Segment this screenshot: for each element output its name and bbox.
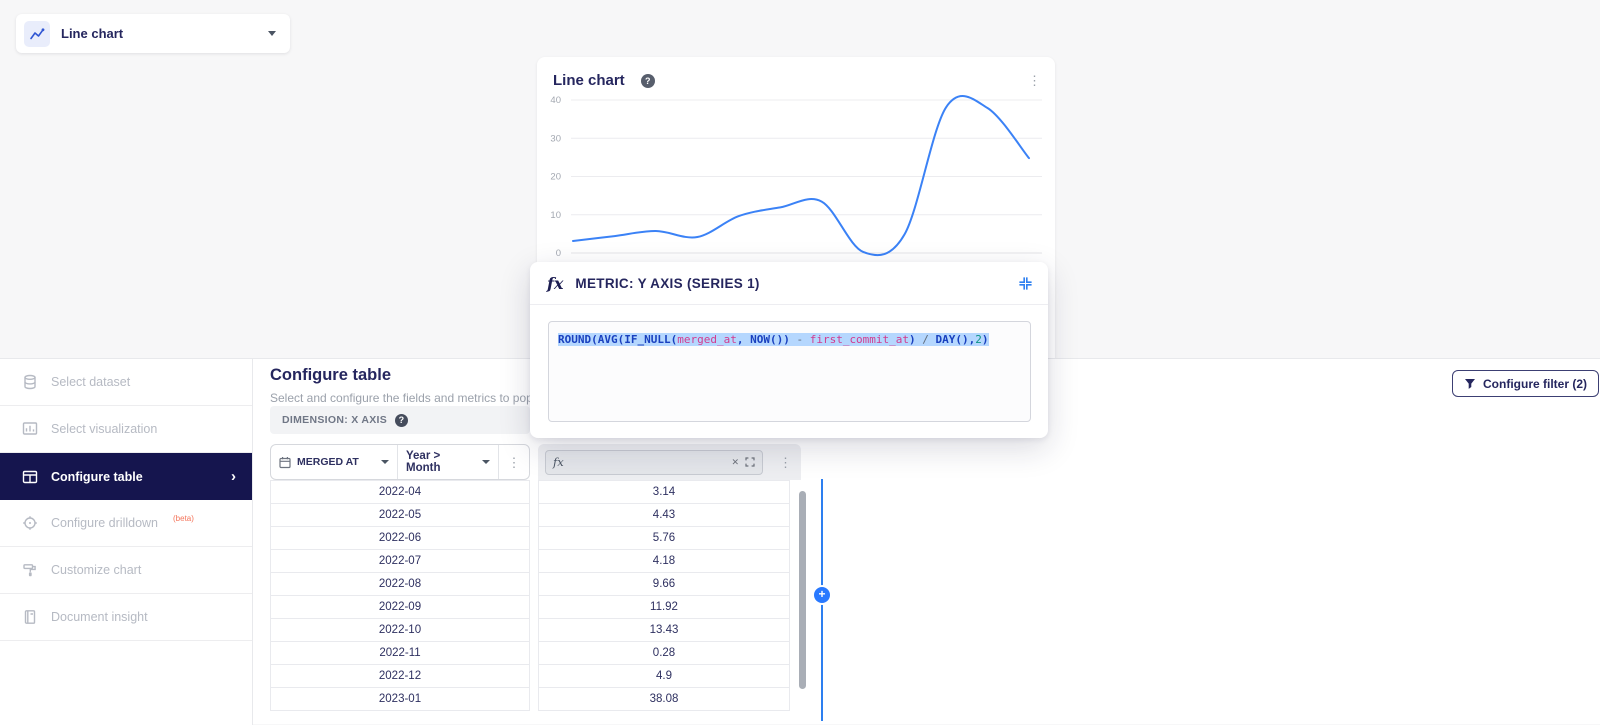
metric-cell: 13.43 xyxy=(538,619,790,642)
chevron-down-icon xyxy=(268,31,276,36)
dimension-section-header: DIMENSION: X AXIS ? xyxy=(270,406,530,434)
dimension-cell: 2022-10 xyxy=(270,619,530,642)
dimension-field-label: MERGED AT xyxy=(297,456,359,468)
table-icon xyxy=(22,469,38,485)
dimension-cell: 2023-01 xyxy=(270,688,530,711)
sidebar-item-label: Document insight xyxy=(51,610,148,624)
dimension-cell: 2022-06 xyxy=(270,527,530,550)
sidebar: Select dataset Select visualization Conf… xyxy=(0,359,253,725)
expand-icon[interactable] xyxy=(745,457,755,467)
funnel-icon xyxy=(1465,378,1475,389)
chart-type-selector[interactable]: Line chart xyxy=(16,14,290,53)
sidebar-item-label: Configure table xyxy=(51,469,143,484)
dimension-table: 2022-04 2022-05 2022-06 2022-07 2022-08 2022-… xyxy=(270,480,530,711)
formula-editor[interactable]: ROUND(AVG(IF_NULL(merged_at, NOW()) - fi… xyxy=(548,321,1031,422)
metric-cell: 4.18 xyxy=(538,550,790,573)
chart-title: Line chart xyxy=(553,72,625,89)
calendar-icon xyxy=(279,456,291,468)
dimension-granularity-select[interactable]: Year > Month xyxy=(398,445,499,479)
chevron-down-icon xyxy=(482,460,490,464)
metric-cell: 5.76 xyxy=(538,527,790,550)
metric-cell: 38.08 xyxy=(538,688,790,711)
dimension-label: DIMENSION: X AXIS xyxy=(282,414,388,426)
dimension-column-header: MERGED AT Year > Month ⋮ xyxy=(270,444,530,480)
help-icon[interactable]: ? xyxy=(640,73,655,88)
granularity-label: Year > Month xyxy=(406,450,441,474)
metric-column-header: fx ✕ ⋮ xyxy=(538,444,801,480)
sidebar-item-customize-chart[interactable]: Customize chart xyxy=(0,547,252,594)
chevron-right-icon: › xyxy=(231,468,236,485)
sidebar-item-document-insight[interactable]: Document insight xyxy=(0,594,252,641)
sidebar-item-select-visualization[interactable]: Select visualization xyxy=(0,406,252,453)
sidebar-item-select-dataset[interactable]: Select dataset xyxy=(0,359,252,406)
document-icon xyxy=(22,609,38,625)
sidebar-item-configure-drilldown[interactable]: Configure drilldown (beta) xyxy=(0,500,252,547)
svg-text:0: 0 xyxy=(556,248,561,259)
paint-roller-icon xyxy=(22,562,38,578)
help-icon[interactable]: ? xyxy=(395,413,409,427)
sidebar-item-label: Configure drilldown xyxy=(51,516,159,530)
sidebar-item-label: Customize chart xyxy=(51,563,142,577)
target-icon xyxy=(22,515,38,531)
database-icon xyxy=(22,374,38,390)
collapse-icon[interactable] xyxy=(1018,276,1033,291)
svg-text:30: 30 xyxy=(550,133,561,144)
formula-text: ROUND(AVG(IF_NULL(merged_at, NOW()) - fi… xyxy=(558,333,989,346)
metric-cell: 11.92 xyxy=(538,596,790,619)
bar-chart-icon xyxy=(22,421,38,437)
metric-formula-modal: fx METRIC: Y AXIS (SERIES 1) ROUND(AVG(I… xyxy=(530,262,1048,438)
modal-title: METRIC: Y AXIS (SERIES 1) xyxy=(575,275,760,291)
svg-text:10: 10 xyxy=(550,210,561,221)
beta-badge: (beta) xyxy=(173,513,194,523)
metric-table: 3.14 4.43 5.76 4.18 9.66 11.92 13.43 0.28 4.9 38.… xyxy=(538,480,790,711)
dimension-menu[interactable]: ⋮ xyxy=(499,445,529,479)
dimension-cell: 2022-09 xyxy=(270,596,530,619)
formula-input[interactable]: fx ✕ xyxy=(545,449,763,475)
dimension-cell: 2022-04 xyxy=(270,481,530,504)
kebab-menu-icon: ⋮ xyxy=(507,454,521,470)
clear-icon[interactable]: ✕ xyxy=(731,457,739,468)
metric-cell: 4.9 xyxy=(538,665,790,688)
sidebar-item-label: Select visualization xyxy=(51,422,158,436)
metric-cell: 0.28 xyxy=(538,642,790,665)
page-title: Configure table xyxy=(270,366,392,384)
table-scrollbar[interactable] xyxy=(799,491,806,689)
kebab-menu-icon[interactable]: ⋮ xyxy=(1028,74,1041,87)
sidebar-item-configure-table[interactable]: Configure table › xyxy=(0,453,252,500)
add-series-button[interactable]: + xyxy=(814,587,830,603)
metric-cell: 3.14 xyxy=(538,481,790,504)
dimension-cell: 2022-08 xyxy=(270,573,530,596)
filter-button-label: Configure filter (2) xyxy=(1483,376,1587,391)
fx-placeholder: fx xyxy=(553,455,564,469)
dimension-cell: 2022-12 xyxy=(270,665,530,688)
dimension-cell: 2022-11 xyxy=(270,642,530,665)
metric-cell: 9.66 xyxy=(538,573,790,596)
dimension-field-select[interactable]: MERGED AT xyxy=(271,445,398,479)
chevron-down-icon xyxy=(381,460,389,464)
dimension-cell: 2022-07 xyxy=(270,550,530,573)
line-chart-icon xyxy=(24,20,50,47)
metric-cell: 4.43 xyxy=(538,504,790,527)
chart-type-label: Line chart xyxy=(61,26,124,41)
fx-icon: fx xyxy=(547,273,564,293)
configure-filter-button[interactable]: Configure filter (2) xyxy=(1452,370,1599,397)
dimension-cell: 2022-05 xyxy=(270,504,530,527)
kebab-menu-icon[interactable]: ⋮ xyxy=(779,456,792,469)
svg-text:20: 20 xyxy=(550,172,561,183)
sidebar-item-label: Select dataset xyxy=(51,375,131,389)
svg-text:40: 40 xyxy=(550,95,561,106)
